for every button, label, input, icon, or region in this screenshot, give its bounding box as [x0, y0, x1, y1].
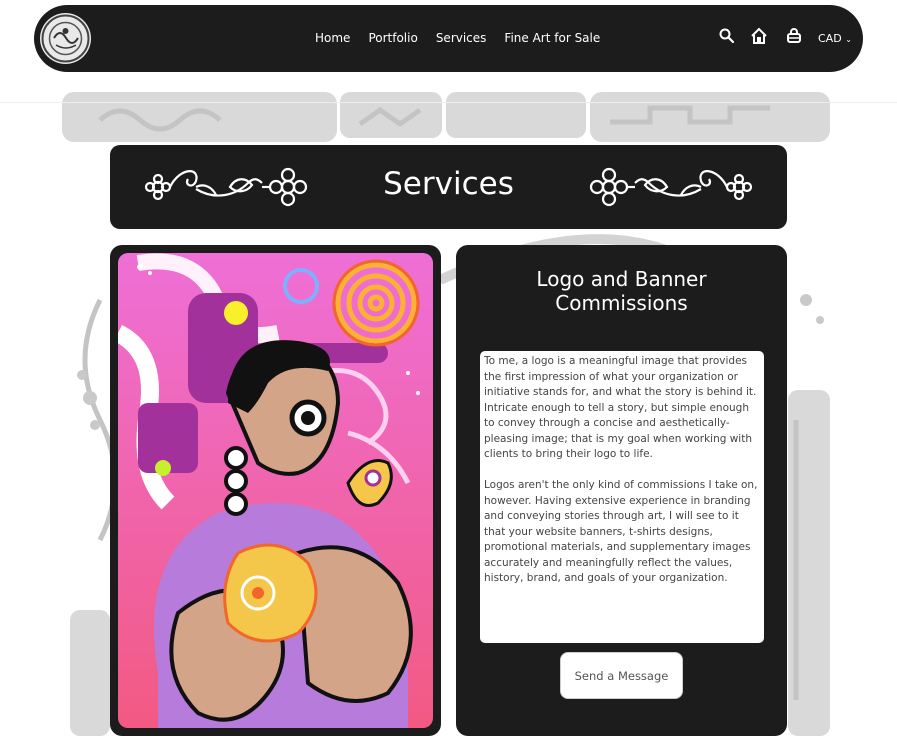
service-card: Logo and Banner Commissions To me, a log…: [456, 245, 787, 736]
currency-label: CAD: [818, 32, 842, 45]
cart-icon[interactable]: [785, 27, 803, 45]
currency-selector[interactable]: CAD ⌄: [818, 32, 852, 45]
service-paragraph-1: To me, a logo is a meaningful image that…: [484, 355, 757, 460]
main-nav: Home Portfolio Services Fine Art for Sal…: [315, 31, 600, 45]
service-title: Logo and Banner Commissions: [476, 267, 767, 315]
header-divider: [0, 102, 897, 103]
service-description: To me, a logo is a meaningful image that…: [480, 351, 764, 643]
nav-services[interactable]: Services: [436, 31, 487, 45]
page-title-banner: Services: [110, 145, 787, 229]
search-icon[interactable]: [718, 27, 736, 45]
chevron-down-icon: ⌄: [845, 35, 852, 44]
artwork-image: [118, 253, 433, 728]
site-logo[interactable]: [40, 13, 91, 64]
floral-ornament-right-icon: [589, 167, 753, 207]
site-header: Home Portfolio Services Fine Art for Sal…: [34, 5, 863, 72]
nav-portfolio[interactable]: Portfolio: [368, 31, 417, 45]
home-icon[interactable]: [750, 27, 768, 45]
nav-home[interactable]: Home: [315, 31, 350, 45]
send-message-button[interactable]: Send a Message: [560, 652, 683, 699]
artwork-card: [110, 245, 441, 736]
service-paragraph-2: Logos aren't the only kind of commission…: [484, 479, 758, 584]
nav-fine-art-for-sale[interactable]: Fine Art for Sale: [504, 31, 600, 45]
service-title-line1: Logo and Banner: [536, 267, 707, 291]
service-title-line2: Commissions: [555, 291, 688, 315]
